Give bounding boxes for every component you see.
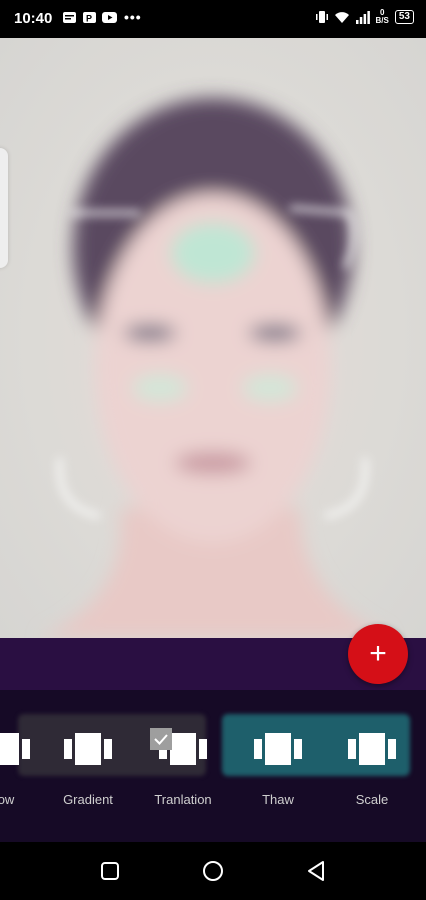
transition-icon <box>64 733 112 765</box>
blurred-face-image <box>40 98 390 638</box>
notification-icons: P ••• <box>62 9 142 25</box>
transition-item-scale[interactable]: Scale <box>325 714 419 807</box>
transition-item-gradient[interactable]: Gradient <box>41 714 135 807</box>
checkmark-icon <box>150 728 172 750</box>
side-panel-handle[interactable] <box>0 148 8 268</box>
back-triangle-icon <box>308 861 324 881</box>
signal-icon <box>355 10 370 24</box>
transition-item-thaw[interactable]: Thaw <box>231 714 325 807</box>
transition-label: ow <box>0 792 15 807</box>
transition-label: Scale <box>355 792 389 807</box>
youtube-icon <box>102 12 117 23</box>
svg-text:P: P <box>86 14 92 24</box>
home-button[interactable] <box>198 856 228 886</box>
transition-toolbar: ow Gradient Tranlation Thaw Scale <box>0 690 426 842</box>
transition-item-tranlation[interactable]: Tranlation <box>136 714 230 807</box>
message-icon <box>63 12 76 23</box>
back-button[interactable] <box>301 856 331 886</box>
recents-button[interactable] <box>95 856 125 886</box>
transition-label: Gradient <box>63 792 113 807</box>
transition-icon <box>348 733 396 765</box>
wifi-icon <box>334 11 349 23</box>
transition-icon <box>254 733 302 765</box>
square-icon <box>101 862 119 880</box>
transition-thumb <box>41 714 135 784</box>
transition-label: Tranlation <box>154 792 212 807</box>
add-button[interactable]: + <box>348 624 408 684</box>
transition-icon <box>0 733 30 765</box>
battery-icon: 53 <box>394 10 414 24</box>
transition-thumb <box>136 714 230 784</box>
transition-thumb <box>231 714 325 784</box>
network-speed: 0 B/S <box>376 9 389 25</box>
photo-preview[interactable] <box>0 38 426 638</box>
system-icons: 0 B/S 53 <box>315 9 414 25</box>
speed-unit: B/S <box>375 16 389 25</box>
status-bar: 10:40 P ••• 0 B/S 53 <box>0 0 426 38</box>
status-time: 10:40 <box>14 10 53 27</box>
plus-icon: + <box>369 637 387 670</box>
transition-thumb <box>325 714 419 784</box>
vibrate-icon <box>315 11 328 23</box>
transition-label: Thaw <box>262 792 294 807</box>
navigation-bar <box>0 842 426 900</box>
circle-icon <box>203 861 223 881</box>
parking-icon: P <box>83 12 96 24</box>
more-notifications-icon: ••• <box>124 9 142 25</box>
